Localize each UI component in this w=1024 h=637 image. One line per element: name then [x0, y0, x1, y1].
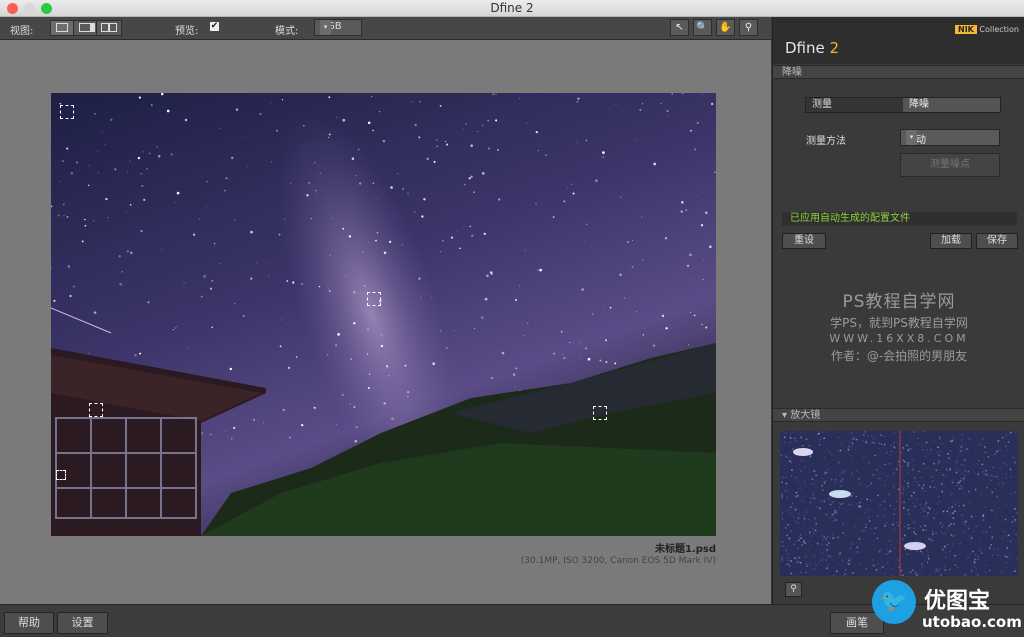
save-button[interactable]: 保存 — [976, 233, 1018, 249]
pin-tool-icon[interactable]: ⚲ — [739, 19, 758, 36]
night-sky-photo — [51, 93, 716, 536]
zoom-tool-icon[interactable]: 🔍 — [693, 19, 712, 36]
measure-method-label: 测量方法 — [806, 132, 846, 147]
measure-noise-button[interactable]: 测量噪点 — [900, 153, 1000, 177]
view-side-by-side-button[interactable] — [96, 20, 122, 36]
tab-reduce[interactable]: 降噪 — [903, 98, 1000, 112]
hand-tool-icon[interactable]: ✋ — [716, 19, 735, 36]
view-split-button[interactable] — [73, 20, 97, 36]
image-filename: 未标题1.psd — [655, 540, 716, 555]
loupe-section-header[interactable]: ▾ 放大镜 — [773, 408, 1024, 422]
right-panel: Dfine 2 NIK Collection 降噪 测量 降噪 测量方法 自动 … — [772, 17, 1024, 604]
zoom-window-button[interactable] — [41, 3, 52, 14]
select-tool-icon[interactable]: ↖ — [670, 19, 689, 36]
close-window-button[interactable] — [7, 3, 18, 14]
nik-collection-logo: NIK Collection — [955, 25, 1019, 34]
watermark-line-2: 学PS，就到PS教程自学网 — [773, 314, 1024, 331]
measure-reduce-tabs: 测量 降噪 — [805, 97, 1001, 113]
measure-marker[interactable] — [60, 105, 74, 119]
chevron-down-icon: ▾ — [906, 130, 917, 145]
watermark-line-3: WWW.16XX8.COM — [773, 332, 1024, 345]
preview-label: 预览: — [175, 22, 198, 37]
brand-name: 优图宝 — [924, 583, 990, 615]
noise-reduction-section-header[interactable]: 降噪 — [773, 65, 1024, 79]
bottom-bar: 帮助 设置 画笔 — [0, 604, 1024, 637]
settings-button[interactable]: 设置 — [57, 612, 108, 634]
pin-icon[interactable]: ⚲ — [785, 582, 802, 597]
minimize-window-button[interactable] — [24, 3, 35, 14]
image-meta: (30.1MP, ISO 3200, Canon EOS 5D Mark IV) — [521, 556, 716, 566]
chevron-down-icon: ▾ — [320, 20, 331, 35]
watermark-line-4: 作者：@-会拍照的男朋友 — [773, 347, 1024, 364]
view-label: 视图: — [10, 22, 33, 37]
title-bar: Dfine 2 — [0, 0, 1024, 17]
window-title: Dfine 2 — [490, 1, 533, 15]
loupe-preview[interactable] — [780, 431, 1018, 576]
measure-marker[interactable] — [367, 292, 381, 306]
panel-title: Dfine 2 — [785, 39, 839, 57]
measure-marker[interactable] — [56, 470, 66, 480]
watermark: PS教程自学网 学PS，就到PS教程自学网 WWW.16XX8.COM 作者：@… — [773, 287, 1024, 364]
panel-header: Dfine 2 NIK Collection — [773, 17, 1024, 64]
brand-url: utobao.com — [922, 613, 1022, 631]
preview-image[interactable] — [51, 93, 716, 536]
bird-icon: 🐦 — [872, 580, 916, 624]
load-button[interactable]: 加载 — [930, 233, 972, 249]
view-single-button[interactable] — [50, 20, 74, 36]
watermark-line-1: PS教程自学网 — [773, 287, 1024, 312]
status-message: 已应用自动生成的配置文件 — [782, 212, 1017, 226]
brand-watermark: 🐦 优图宝 utobao.com — [872, 580, 1024, 636]
mode-label: 模式: — [275, 22, 298, 37]
mode-select[interactable]: RGB ▾ — [314, 19, 362, 36]
measure-method-select[interactable]: 自动 ▾ — [900, 129, 1000, 146]
help-button[interactable]: 帮助 — [4, 612, 54, 634]
measure-marker[interactable] — [593, 406, 607, 420]
top-toolbar: 视图: 预览: ✔ 模式: RGB ▾ ↖ 🔍 ✋ ⚲ — [0, 17, 771, 40]
image-canvas[interactable]: 未标题1.psd (30.1MP, ISO 3200, Canon EOS 5D… — [0, 40, 771, 604]
preview-checkbox[interactable]: ✔ — [210, 22, 219, 31]
tab-measure[interactable]: 测量 — [806, 98, 903, 112]
reset-button[interactable]: 重设 — [782, 233, 826, 249]
loupe-image — [780, 431, 1018, 576]
measure-marker[interactable] — [89, 403, 103, 417]
